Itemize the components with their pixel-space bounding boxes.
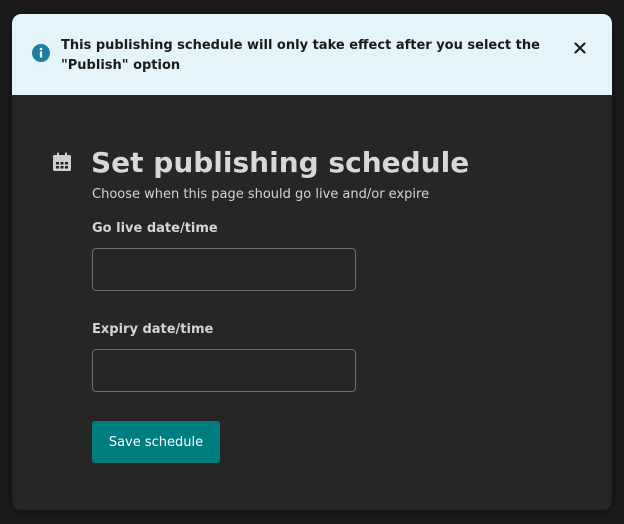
calendar-icon — [53, 152, 71, 171]
dialog-subtitle: Choose when this page should go live and… — [92, 187, 430, 202]
info-banner: This publishing schedule will only take … — [12, 14, 612, 95]
banner-message: This publishing schedule will only take … — [61, 38, 540, 73]
expiry-input[interactable] — [92, 349, 356, 392]
info-circle-icon — [32, 44, 50, 62]
close-button[interactable] — [568, 36, 592, 60]
schedule-dialog: This publishing schedule will only take … — [12, 14, 612, 510]
close-icon — [574, 42, 586, 54]
go-live-input[interactable] — [92, 248, 356, 291]
go-live-label: Go live date/time — [92, 221, 218, 236]
save-schedule-button[interactable]: Save schedule — [92, 421, 220, 463]
expiry-label: Expiry date/time — [92, 322, 214, 337]
dialog-title: Set publishing schedule — [91, 146, 470, 179]
